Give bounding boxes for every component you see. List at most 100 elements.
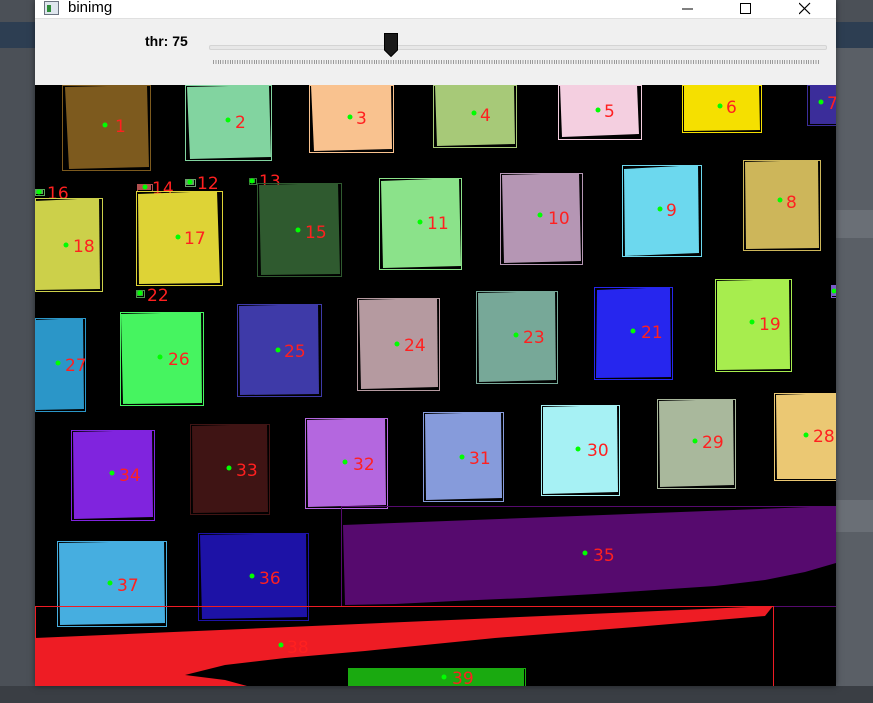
blob-25: 25: [237, 304, 322, 397]
centroid-marker: [249, 178, 255, 184]
centroid-marker: [175, 234, 181, 240]
centroid-marker: [818, 99, 824, 105]
blob-id-label: 3: [356, 109, 367, 129]
centroid-marker: [803, 432, 809, 438]
blob-id-label: 27: [65, 356, 87, 376]
maximize-icon: [740, 3, 751, 14]
centroid-marker: [275, 347, 281, 353]
centroid-marker: [459, 454, 465, 460]
blob-id-label: 22: [147, 286, 169, 306]
blob-33: 33: [190, 424, 270, 515]
centroid-marker: [692, 438, 698, 444]
blob-id-label: 1: [115, 117, 126, 137]
blob-23: 23: [476, 291, 558, 384]
blob-21: 21: [594, 287, 673, 380]
blob-17: 17: [136, 191, 223, 286]
centroid-marker: [295, 227, 301, 233]
blob-id-label: 5: [604, 102, 615, 122]
blob-id-label: 18: [73, 237, 95, 257]
binimg-window: binimg thr: 75 1 2 3 4 5 6 7 8 9 10 11 12 13 14 15 16 17…: [35, 0, 836, 686]
background-app-row: [836, 210, 873, 238]
window-title: binimg: [68, 0, 113, 16]
blob-id-label: 28: [813, 427, 835, 447]
threshold-slider-thumb[interactable]: [384, 33, 398, 58]
app-icon: [44, 1, 59, 15]
blob-id-label: 37: [117, 576, 139, 596]
blob-29: 29: [657, 399, 736, 489]
blob-id-label: 36: [259, 569, 281, 589]
centroid-marker: [777, 197, 783, 203]
close-icon: [799, 2, 811, 15]
blob-37: 37: [57, 541, 167, 627]
blob-id-label: 38: [287, 638, 309, 658]
blob-19: 19: [715, 279, 792, 372]
centroid-marker: [347, 114, 353, 120]
close-button[interactable]: [782, 0, 828, 18]
binary-image-canvas[interactable]: 1234567891011121314151617181920212223242…: [35, 85, 836, 686]
blob-id-label: 25: [284, 342, 306, 362]
title-bar[interactable]: binimg: [35, 0, 836, 18]
centroid-marker: [441, 674, 447, 680]
centroid-marker: [249, 573, 255, 579]
blob-id-label: 26: [168, 350, 190, 370]
centroid-marker: [55, 360, 61, 366]
blob-id-label: 29: [702, 433, 724, 453]
blob-id-label: 21: [641, 323, 663, 343]
blob-id-label: 19: [759, 315, 781, 335]
blob-39: 39: [348, 668, 526, 686]
blob-id-label: 4: [480, 106, 491, 126]
blob-id-label: 32: [353, 455, 375, 475]
centroid-marker: [142, 184, 148, 190]
blob-2: 2: [185, 85, 272, 161]
blob-10: 10: [500, 173, 583, 265]
blob-5: 5: [558, 85, 642, 140]
centroid-marker: [36, 189, 42, 195]
blob-id-label: 39: [452, 669, 474, 686]
blob-id-label: 2: [235, 113, 246, 133]
blob-20: 20: [831, 285, 836, 298]
centroid-marker: [537, 212, 543, 218]
blob-1: 1: [62, 85, 151, 171]
blob-shape: [343, 506, 836, 605]
centroid-marker: [595, 107, 601, 113]
centroid-marker: [630, 328, 636, 334]
blob-15: 15: [257, 183, 342, 277]
centroid-marker: [107, 580, 113, 586]
blob-9: 9: [622, 165, 702, 257]
centroid-marker: [717, 103, 723, 109]
centroid-marker: [513, 332, 519, 338]
maximize-button[interactable]: [723, 0, 769, 18]
centroid-marker: [157, 354, 163, 360]
blob-shape: [745, 160, 819, 249]
centroid-marker: [394, 341, 400, 347]
blob-shape: [65, 85, 149, 169]
threshold-slider-track[interactable]: [209, 45, 827, 50]
blob-id-label: 6: [726, 98, 737, 118]
blob-31: 31: [423, 412, 504, 502]
trackbar-panel: thr: 75: [35, 18, 836, 86]
blob-35: 35: [341, 506, 836, 607]
blob-id-label: 8: [786, 193, 797, 213]
centroid-marker: [225, 117, 231, 123]
centroid-marker: [109, 470, 115, 476]
centroid-marker: [102, 122, 108, 128]
blob-34: 34: [71, 430, 155, 521]
centroid-marker: [657, 206, 663, 212]
blob-7: 7: [807, 85, 836, 126]
blob-id-label: 9: [666, 201, 677, 221]
blob-id-label: 15: [305, 223, 327, 243]
background-app-panel: [836, 48, 873, 703]
minimize-button[interactable]: [665, 0, 711, 18]
background-app-row: [836, 500, 873, 532]
blob-id-label: 11: [427, 214, 449, 234]
centroid-marker: [749, 319, 755, 325]
blob-24: 24: [357, 298, 440, 391]
blob-26: 26: [120, 312, 204, 406]
blob-3: 3: [309, 85, 394, 153]
centroid-marker: [278, 642, 284, 648]
blob-id-label: 17: [184, 229, 206, 249]
blob-id-label: 24: [404, 336, 426, 356]
blob-id-label: 34: [119, 466, 141, 486]
blob-36: 36: [198, 533, 309, 621]
blob-id-label: 30: [587, 441, 609, 461]
